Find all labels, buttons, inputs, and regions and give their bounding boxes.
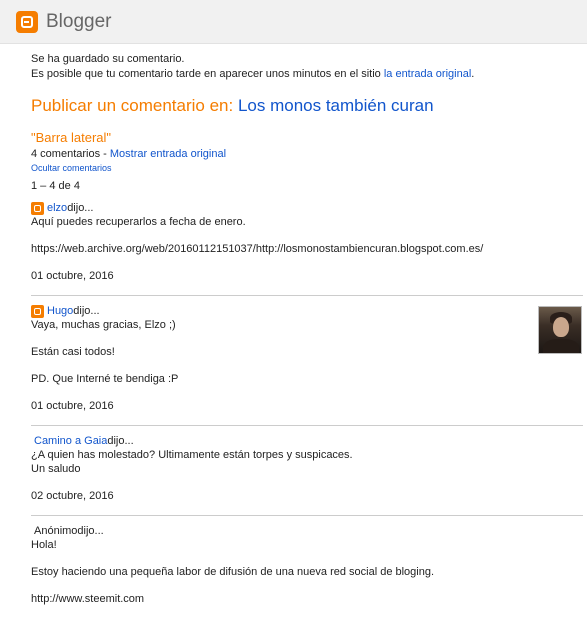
comment-text: Estoy haciendo una pequeña labor de difu…: [31, 566, 435, 578]
comment-author-link[interactable]: Hugo: [47, 304, 73, 318]
post-meta: 4 comentarios - Mostrar entrada original: [31, 147, 583, 161]
comment-body: Vaya, muchas gracias, Elzo ;) Están casi…: [31, 318, 583, 386]
comment-author-row: Anónimo dijo...: [31, 524, 583, 538]
comment-said: dijo...: [107, 435, 134, 447]
comment-said: dijo...: [73, 305, 100, 317]
comment: Anónimo dijo... Hola! Estoy haciendo una…: [31, 515, 583, 618]
show-post-link[interactable]: Mostrar entrada original: [110, 148, 226, 160]
comments-range: 1 – 4 de 4: [31, 180, 80, 192]
original-entry-link[interactable]: la entrada original: [384, 68, 471, 80]
avatar[interactable]: [538, 306, 582, 354]
blogger-logo-icon[interactable]: [16, 10, 38, 33]
comment-text: https://web.archive.org/web/201601121510…: [31, 243, 484, 255]
comment-text: PD. Que Interné te bendiga :P: [31, 373, 179, 385]
comment: Camino a Gaia dijo... ¿A quien has moles…: [31, 425, 583, 515]
comment-date[interactable]: 01 octubre, 2016: [31, 269, 583, 283]
notice-suffix: .: [471, 68, 475, 80]
comment-date[interactable]: 02 octubre, 2016: [31, 489, 583, 503]
meta-separator: -: [100, 148, 110, 160]
publish-prefix: Publicar un comentario en:: [31, 96, 238, 115]
comment-text: ¿A quien has molestado? Ultimamente está…: [31, 449, 353, 461]
comment-text: http://www.steemit.com: [31, 593, 145, 605]
main-content: Se ha guardado su comentario. Es posible…: [0, 44, 583, 618]
blog-name-link[interactable]: Los monos también curan: [238, 96, 434, 115]
notice-text: Es posible que tu comentario tarde en ap…: [31, 68, 384, 80]
notice-line-2: Es posible que tu comentario tarde en ap…: [31, 67, 583, 82]
post-title: "Barra lateral": [31, 130, 112, 145]
comment: elzo dijo... Aquí puedes recuperarlos a …: [31, 193, 583, 295]
hide-comments-link[interactable]: Ocultar comentarios: [31, 163, 583, 174]
comment-text: Hola!: [31, 539, 57, 551]
notice-line-1: Se ha guardado su comentario.: [31, 53, 185, 65]
comment-body: ¿A quien has molestado? Ultimamente está…: [31, 448, 583, 476]
comment-date[interactable]: 01 octubre, 2016: [31, 399, 583, 413]
comment-count: 4 comentarios: [31, 148, 101, 160]
comment-body: Hola! Estoy haciendo una pequeña labor d…: [31, 538, 583, 606]
header: Blogger: [0, 0, 587, 44]
comment-author-row: elzo dijo...: [31, 201, 583, 215]
comment-text: Están casi todos!: [31, 346, 115, 358]
comment-author-row: Hugo dijo...: [31, 304, 583, 318]
comment-author-link[interactable]: elzo: [47, 201, 67, 215]
comment-text: Vaya, muchas gracias, Elzo ;): [31, 319, 176, 331]
comment: Hugo dijo... Vaya, muchas gracias, Elzo …: [31, 295, 583, 425]
comment-author-name: Anónimo: [34, 525, 78, 537]
comment-said: dijo...: [77, 525, 104, 537]
blogger-profile-icon: [31, 304, 44, 318]
comment-said: dijo...: [67, 202, 94, 214]
blogger-profile-icon: [31, 201, 44, 215]
logo-text[interactable]: Blogger: [46, 11, 112, 33]
comment-text: Un saludo: [31, 463, 81, 475]
comment-body: Aquí puedes recuperarlos a fecha de ener…: [31, 215, 583, 256]
comment-author-link[interactable]: Camino a Gaia: [34, 434, 107, 448]
comment-text: Aquí puedes recuperarlos a fecha de ener…: [31, 216, 246, 228]
comment-author-row: Camino a Gaia dijo...: [31, 434, 583, 448]
publish-heading: Publicar un comentario en: Los monos tam…: [31, 96, 583, 116]
